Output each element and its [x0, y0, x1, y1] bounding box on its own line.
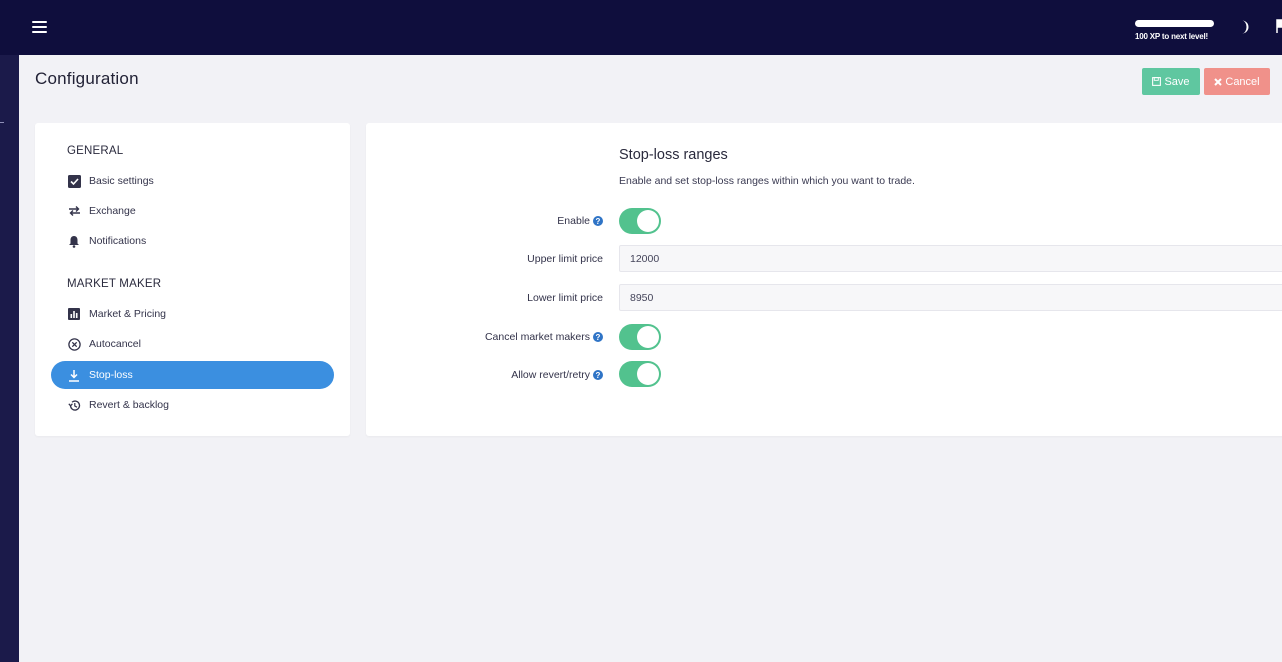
upper-limit-input[interactable] [619, 245, 1282, 272]
upper-limit-label: Upper limit price [527, 253, 603, 265]
nav-item-stop-loss[interactable]: Stop-loss [51, 361, 334, 389]
nav-item-label: Notifications [89, 235, 147, 247]
nav-item-label: Revert & backlog [89, 399, 169, 411]
xp-progress: 100 XP to next level! [1135, 20, 1215, 41]
help-icon[interactable]: ? [593, 332, 603, 342]
cancel-market-makers-label-text: Cancel market makers [484, 331, 590, 343]
allow-revert-label: Allow revert/retry ? [511, 369, 603, 381]
section-description: Enable and set stop-loss ranges within w… [619, 175, 915, 187]
stop-loss-form-card: Stop-loss ranges Enable and set stop-los… [366, 123, 1282, 436]
cancel-market-makers-toggle[interactable] [619, 324, 661, 350]
allow-revert-label-text: Allow revert/retry [511, 369, 590, 381]
nav-item-label: Market & Pricing [89, 308, 167, 320]
download-arrow-icon [67, 368, 81, 382]
nav-item-notifications[interactable]: Notifications [51, 227, 334, 255]
menu-icon[interactable] [32, 21, 47, 33]
enable-label-text: Enable [557, 215, 590, 227]
nav-item-label: Exchange [89, 205, 136, 217]
nav-heading-general: GENERAL [67, 145, 124, 157]
cancel-label: Cancel [1225, 75, 1260, 88]
lower-limit-label-text: Lower limit price [527, 292, 603, 304]
history-icon [67, 398, 81, 412]
allow-revert-toggle[interactable] [619, 361, 661, 387]
moon-icon[interactable] [1236, 19, 1252, 35]
nav-item-label: Basic settings [89, 175, 154, 187]
xp-progress-bar [1135, 20, 1214, 27]
close-icon [1214, 77, 1223, 86]
flag-icon[interactable] [1276, 18, 1282, 34]
nav-item-label: Autocancel [89, 338, 141, 350]
settings-nav-card: GENERAL Basic settings Exchange Notifica… [35, 123, 350, 436]
upper-limit-label-text: Upper limit price [527, 253, 603, 265]
bell-icon [67, 234, 81, 248]
enable-label: Enable ? [557, 215, 603, 227]
left-rail [0, 0, 19, 662]
nav-item-market-pricing[interactable]: Market & Pricing [51, 300, 334, 328]
nav-item-basic-settings[interactable]: Basic settings [51, 167, 334, 195]
nav-item-exchange[interactable]: Exchange [51, 197, 334, 225]
nav-heading-market-maker: MARKET MAKER [67, 278, 162, 290]
bar-chart-icon [67, 307, 81, 321]
nav-item-autocancel[interactable]: Autocancel [51, 330, 334, 358]
nav-item-revert-backlog[interactable]: Revert & backlog [51, 391, 334, 419]
save-label: Save [1164, 75, 1190, 88]
lower-limit-input[interactable] [619, 284, 1282, 311]
lower-limit-label: Lower limit price [527, 292, 603, 304]
circle-x-icon [67, 337, 81, 351]
help-icon[interactable]: ? [593, 216, 603, 226]
swap-arrows-icon [67, 204, 81, 218]
section-title: Stop-loss ranges [619, 147, 728, 163]
xp-label: 100 XP to next level! [1135, 32, 1209, 41]
nav-item-label: Stop-loss [89, 369, 133, 381]
save-button[interactable]: Save [1142, 68, 1200, 95]
top-bar: 100 XP to next level! [0, 0, 1282, 55]
help-icon[interactable]: ? [593, 370, 603, 380]
floppy-icon [1152, 77, 1162, 86]
checkbox-icon [67, 174, 81, 188]
page-title: Configuration [35, 69, 139, 88]
cancel-button[interactable]: Cancel [1204, 68, 1270, 95]
cancel-market-makers-label: Cancel market makers ? [485, 331, 603, 343]
enable-toggle[interactable] [619, 208, 661, 234]
rail-marker [0, 122, 4, 123]
